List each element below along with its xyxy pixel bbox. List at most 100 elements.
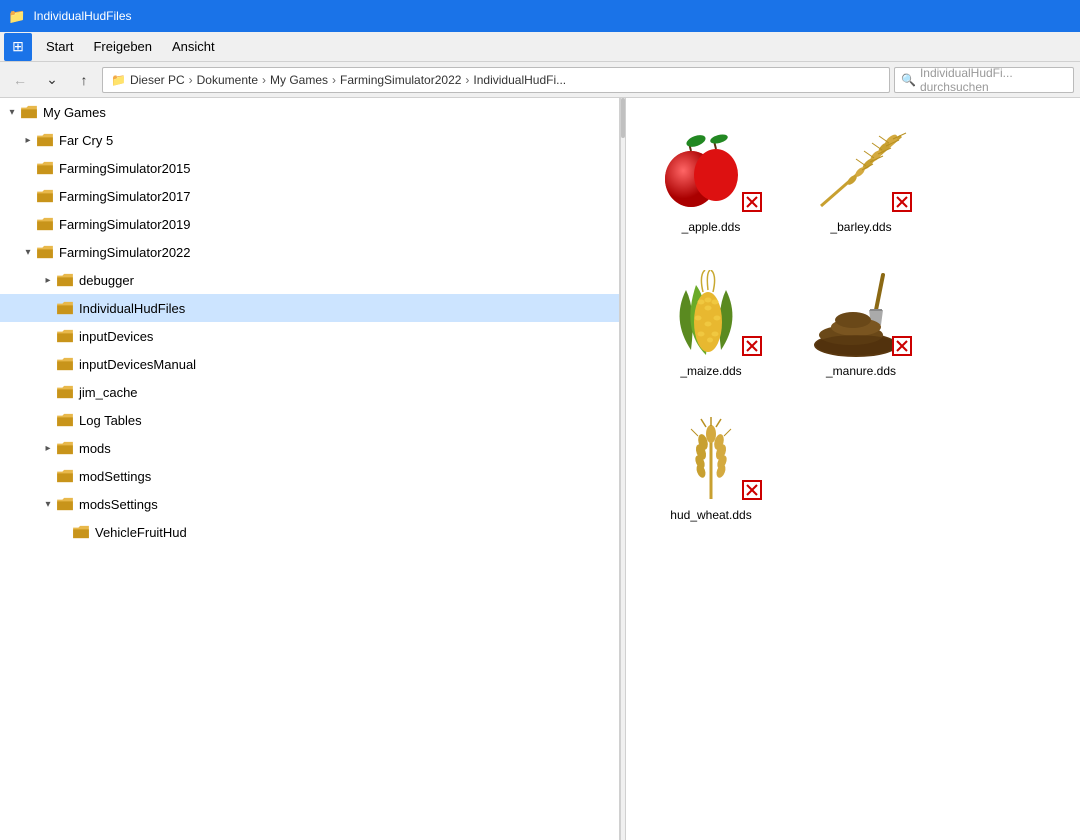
file-item-barley[interactable]: _barley.dds [796, 118, 926, 242]
tree-arrow-farming2019 [20, 216, 36, 232]
folder-icon-debugger [56, 273, 74, 287]
addr-my-games: My Games [270, 73, 328, 87]
folder-icon-addr: 📁 [111, 73, 126, 87]
folder-icon-vehicle-fruit-hud [72, 525, 90, 539]
navbar: ← ⌄ ↑ 📁 Dieser PC › Dokumente › My Games… [0, 62, 1080, 98]
tree-scrollbar-thumb[interactable] [621, 98, 625, 138]
tree-label-farming2022: FarmingSimulator2022 [59, 245, 191, 260]
tree-item-debugger[interactable]: debugger [0, 266, 619, 294]
tree-item-far-cry-5[interactable]: Far Cry 5 [0, 126, 619, 154]
up-button[interactable]: ↑ [70, 66, 98, 94]
file-thumbnail-maize [656, 270, 766, 360]
file-thumbnail-manure [806, 270, 916, 360]
tree-item-farming2019[interactable]: FarmingSimulator2019 [0, 210, 619, 238]
folder-icon-input-devices-manual [56, 357, 74, 371]
tree-item-mods-settings[interactable]: modsSettings [0, 490, 619, 518]
left-panel[interactable]: My Games Far Cry 5 FarmingSimulator2015 … [0, 98, 620, 840]
folder-icon-far-cry-5 [36, 133, 54, 147]
tree-label-mods: mods [79, 441, 111, 456]
search-bar[interactable]: 🔍 IndividualHudFi... durchsuchen [894, 67, 1074, 93]
search-icon: 🔍 [901, 73, 916, 87]
tree-item-input-devices-manual[interactable]: inputDevicesManual [0, 350, 619, 378]
address-bar[interactable]: 📁 Dieser PC › Dokumente › My Games › Far… [102, 67, 890, 93]
folder-icon-farming2022 [36, 245, 54, 259]
back-button[interactable]: ← [6, 66, 34, 94]
app-icon: 📁 [8, 8, 25, 25]
tree-arrow-mod-settings [40, 468, 56, 484]
tree-arrow-vehicle-fruit-hud [56, 524, 72, 540]
tree-arrow-my-games[interactable] [4, 104, 20, 120]
tree-label-farming2017: FarmingSimulator2017 [59, 189, 191, 204]
tree-label-farming2019: FarmingSimulator2019 [59, 217, 191, 232]
tree-label-individual-hud: IndividualHudFiles [79, 301, 185, 316]
tree-label-input-devices: inputDevices [79, 329, 153, 344]
tree-label-input-devices-manual: inputDevicesManual [79, 357, 196, 372]
tree-item-mods[interactable]: mods [0, 434, 619, 462]
tree-item-my-games[interactable]: My Games [0, 98, 619, 126]
tree-item-jim-cache[interactable]: jim_cache [0, 378, 619, 406]
file-badge-barley [892, 192, 912, 212]
folder-icon-input-devices [56, 329, 74, 343]
file-badge-manure [892, 336, 912, 356]
tree-label-mods-settings: modsSettings [79, 497, 158, 512]
file-name-wheat: hud_wheat.dds [670, 508, 751, 522]
down-button[interactable]: ⌄ [38, 66, 66, 94]
tree-item-vehicle-fruit-hud[interactable]: VehicleFruitHud [0, 518, 619, 546]
tree-arrow-far-cry-5[interactable] [20, 132, 36, 148]
tree-item-mod-settings[interactable]: modSettings [0, 462, 619, 490]
addr-hud: IndividualHudFi... [473, 73, 566, 87]
tree-label-far-cry-5: Far Cry 5 [59, 133, 113, 148]
tree-arrow-jim-cache [40, 384, 56, 400]
folder-icon-mod-settings [56, 469, 74, 483]
tree-arrow-mods-settings[interactable] [40, 496, 56, 512]
file-item-wheat[interactable]: hud_wheat.dds [646, 406, 776, 530]
menu-start[interactable]: Start [36, 35, 83, 58]
tree-arrow-log-tables [40, 412, 56, 428]
titlebar: 📁 IndividualHudFiles [0, 0, 1080, 32]
search-placeholder: IndividualHudFi... durchsuchen [920, 66, 1067, 94]
tree-arrow-debugger[interactable] [40, 272, 56, 288]
tree-item-individual-hud[interactable]: IndividualHudFiles [0, 294, 619, 322]
file-name-apple: _apple.dds [682, 220, 741, 234]
folder-icon-individual-hud [56, 301, 74, 315]
addr-dieser-pc: Dieser PC [130, 73, 185, 87]
file-thumbnail-wheat [656, 414, 766, 504]
tree-item-input-devices[interactable]: inputDevices [0, 322, 619, 350]
folder-icon-my-games [20, 105, 38, 119]
right-panel[interactable]: _apple.dds [626, 98, 1080, 840]
folder-icon-log-tables [56, 413, 74, 427]
tree-item-farming2022[interactable]: FarmingSimulator2022 [0, 238, 619, 266]
tree-label-debugger: debugger [79, 273, 134, 288]
file-badge-wheat [742, 480, 762, 500]
menu-ansicht[interactable]: Ansicht [162, 35, 225, 58]
windows-icon[interactable]: ⊞ [4, 33, 32, 61]
tree-arrow-mods[interactable] [40, 440, 56, 456]
file-badge-maize [742, 336, 762, 356]
tree-label-log-tables: Log Tables [79, 413, 142, 428]
tree-item-farming2017[interactable]: FarmingSimulator2017 [0, 182, 619, 210]
tree-label-vehicle-fruit-hud: VehicleFruitHud [95, 525, 187, 540]
file-item-maize[interactable]: _maize.dds [646, 262, 776, 386]
tree-item-farming2015[interactable]: FarmingSimulator2015 [0, 154, 619, 182]
tree-arrow-farming2015 [20, 160, 36, 176]
menu-freigeben[interactable]: Freigeben [83, 35, 162, 58]
file-item-manure[interactable]: _manure.dds [796, 262, 926, 386]
tree-label-my-games: My Games [43, 105, 106, 120]
tree-scrollbar[interactable] [620, 98, 626, 840]
menubar: ⊞ Start Freigeben Ansicht [0, 32, 1080, 62]
tree-label-mod-settings: modSettings [79, 469, 151, 484]
tree-arrow-input-devices [40, 328, 56, 344]
titlebar-title: IndividualHudFiles [33, 9, 131, 23]
folder-icon-farming2019 [36, 217, 54, 231]
file-name-manure: _manure.dds [826, 364, 896, 378]
tree-label-jim-cache: jim_cache [79, 385, 138, 400]
tree-item-log-tables[interactable]: Log Tables [0, 406, 619, 434]
folder-icon-mods-settings [56, 497, 74, 511]
file-name-maize: _maize.dds [680, 364, 741, 378]
folder-icon-mods [56, 441, 74, 455]
file-item-apple[interactable]: _apple.dds [646, 118, 776, 242]
file-name-barley: _barley.dds [830, 220, 891, 234]
tree-arrow-farming2022[interactable] [20, 244, 36, 260]
tree-arrow-input-devices-manual [40, 356, 56, 372]
addr-dokumente: Dokumente [197, 73, 258, 87]
